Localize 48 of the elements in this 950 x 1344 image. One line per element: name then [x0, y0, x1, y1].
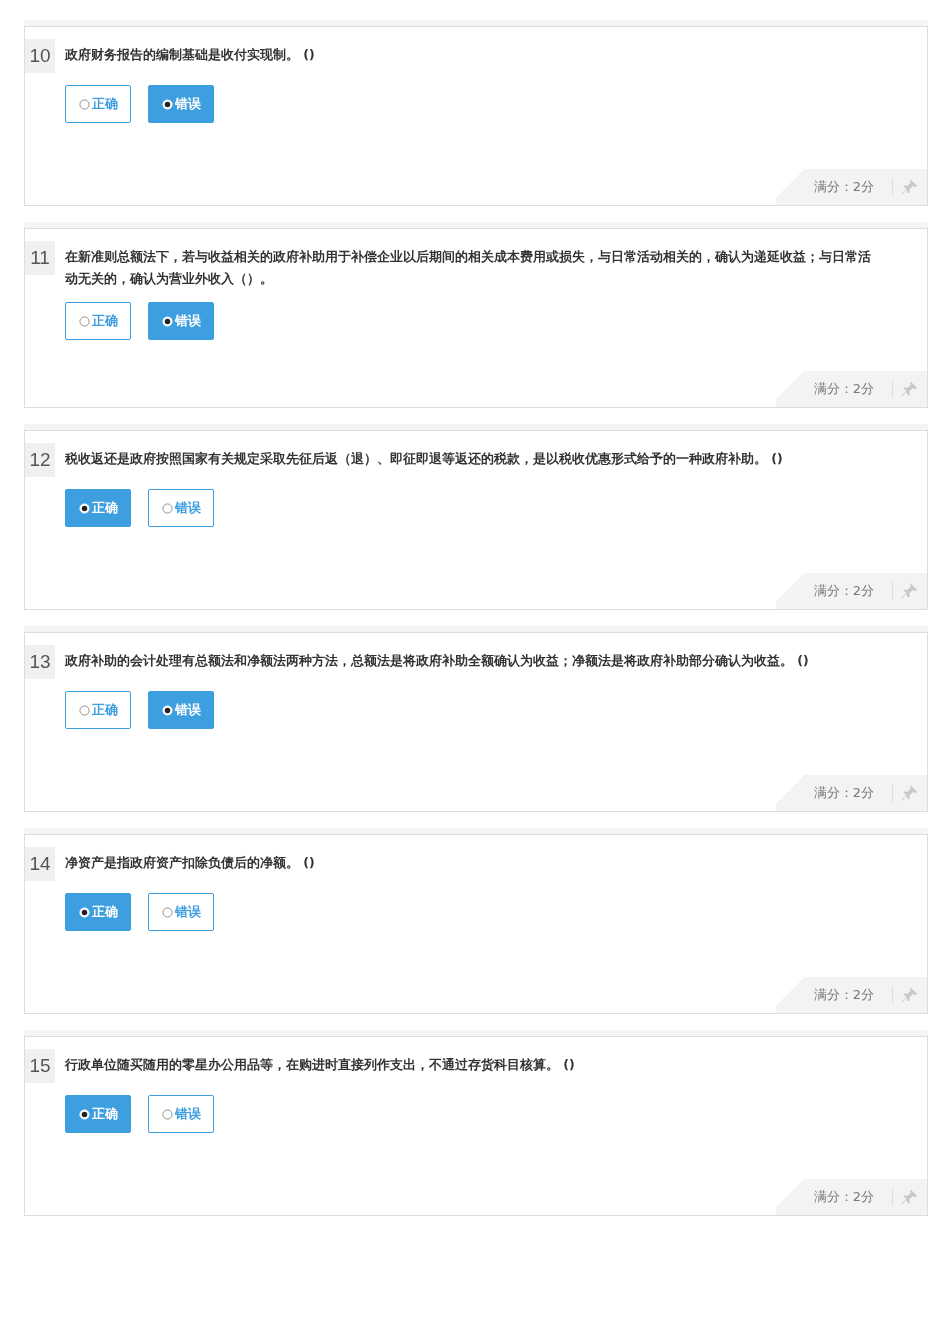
radio-icon	[161, 1108, 173, 1120]
score-label: 满分：2分	[813, 986, 874, 1004]
pin-icon[interactable]	[892, 178, 919, 196]
radio-icon	[78, 315, 90, 327]
question-text: 在新准则总额法下，若与收益相关的政府补助用于补偿企业以后期间的相关成本费用或损失，与日常活动相关的，确认为递延收益；与日常活动无关的，确认为营业外收入（）。	[65, 248, 872, 288]
pin-icon[interactable]	[892, 582, 919, 600]
answer-option[interactable]: 错误	[148, 1095, 214, 1133]
question-number: 15	[25, 1049, 55, 1083]
pin-icon[interactable]	[892, 380, 919, 398]
radio-icon	[78, 906, 90, 918]
question-number: 10	[25, 39, 55, 73]
score-label: 满分：2分	[813, 784, 874, 802]
radio-icon	[161, 906, 173, 918]
score-label: 满分：2分	[813, 1188, 874, 1206]
radio-icon	[78, 502, 90, 514]
answer-option[interactable]: 正确	[65, 302, 131, 340]
answer-option[interactable]: 正确	[65, 691, 131, 729]
answer-option[interactable]: 错误	[148, 893, 214, 931]
question-text: 政府财务报告的编制基础是收付实现制。 ()	[65, 46, 315, 64]
answer-option[interactable]: 正确	[65, 1095, 131, 1133]
question-text: 政府补助的会计处理有总额法和净额法两种方法，总额法是将政府补助全额确认为收益；净额法是将政府补助部分确认为收益。 ()	[65, 652, 809, 670]
question-text: 净资产是指政府资产扣除负债后的净额。 ()	[65, 854, 315, 872]
answer-option[interactable]: 错误	[148, 489, 214, 527]
radio-icon	[161, 315, 173, 327]
radio-icon	[78, 98, 90, 110]
answer-option[interactable]: 正确	[65, 85, 131, 123]
score-label: 满分：2分	[813, 178, 874, 196]
question-number: 14	[25, 847, 55, 881]
pin-icon[interactable]	[892, 784, 919, 802]
question-number: 11	[25, 241, 55, 275]
score-label: 满分：2分	[813, 582, 874, 600]
pin-icon[interactable]	[892, 986, 919, 1004]
answer-option[interactable]: 错误	[148, 691, 214, 729]
answer-option[interactable]: 正确	[65, 489, 131, 527]
answer-option[interactable]: 错误	[148, 85, 214, 123]
radio-icon	[78, 1108, 90, 1120]
question-text: 行政单位随买随用的零星办公用品等，在购进时直接列作支出，不通过存货科目核算。 ()	[65, 1056, 575, 1074]
question-text: 税收返还是政府按照国家有关规定采取先征后返（退）、即征即退等返还的税款，是以税收优惠形式给予的一种政府补助。 ()	[65, 450, 783, 468]
question-number: 12	[25, 443, 55, 477]
radio-icon	[161, 704, 173, 716]
answer-option[interactable]: 正确	[65, 893, 131, 931]
pin-icon[interactable]	[892, 1188, 919, 1206]
score-label: 满分：2分	[813, 380, 874, 398]
radio-icon	[161, 98, 173, 110]
question-number: 13	[25, 645, 55, 679]
answer-option[interactable]: 错误	[148, 302, 214, 340]
radio-icon	[78, 704, 90, 716]
radio-icon	[161, 502, 173, 514]
